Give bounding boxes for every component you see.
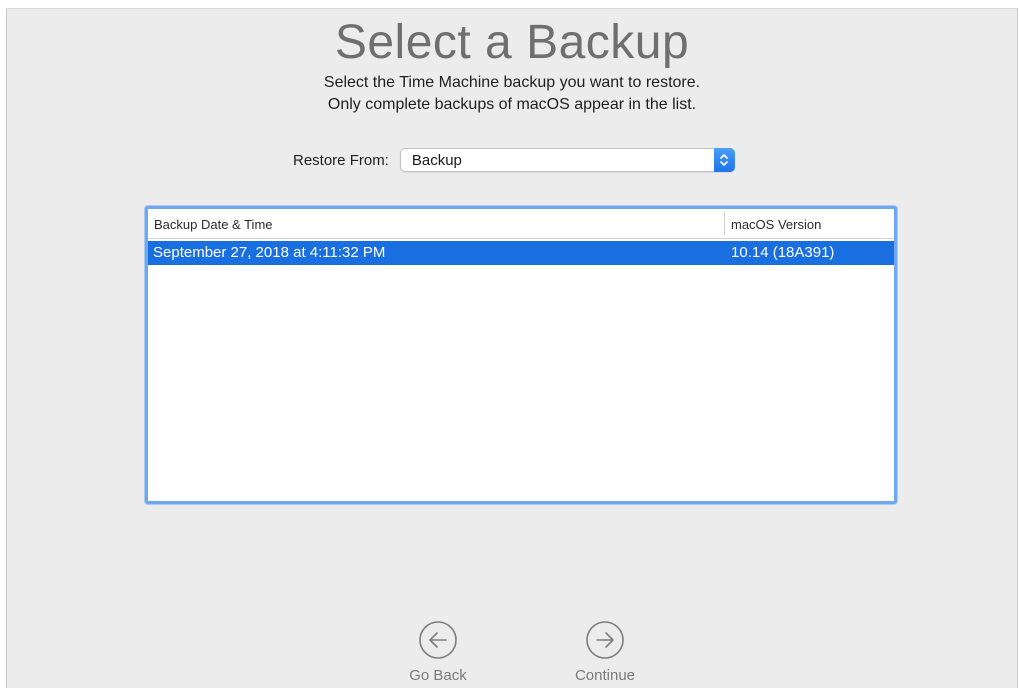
restore-from-popup[interactable]: Backup [399, 148, 735, 172]
subtitle-line-2: Only complete backups of macOS appear in… [327, 96, 697, 113]
restore-from-row: Restore From: Backup [293, 147, 735, 173]
go-back-label[interactable]: Go Back [388, 667, 488, 684]
backup-table[interactable]: Backup Date & Time macOS Version Septemb… [145, 206, 897, 504]
subtitle-line-1: Select the Time Machine backup you want … [323, 74, 701, 91]
continue-label[interactable]: Continue [555, 667, 655, 684]
page-title: Select a Backup [334, 16, 690, 69]
backup-date-cell: September 27, 2018 at 4:11:32 PM [153, 244, 386, 261]
restore-from-label: Restore From: [293, 151, 389, 169]
column-divider[interactable] [724, 212, 725, 235]
up-down-chevrons-icon[interactable] [713, 148, 735, 172]
continue-button[interactable]: Continue [555, 620, 655, 684]
right-arrow-circle-icon[interactable] [585, 620, 625, 660]
recovery-window: Select a Backup Select the Time Machine … [6, 8, 1018, 688]
column-header-date[interactable]: Backup Date & Time [154, 217, 273, 232]
column-header-version[interactable]: macOS Version [731, 217, 821, 232]
table-row[interactable]: September 27, 2018 at 4:11:32 PM 10.14 (… [148, 241, 894, 265]
left-arrow-circle-icon[interactable] [418, 620, 458, 660]
table-header: Backup Date & Time macOS Version [148, 209, 894, 239]
restore-from-value: Backup [411, 152, 462, 169]
macos-version-cell: 10.14 (18A391) [731, 244, 835, 261]
go-back-button[interactable]: Go Back [388, 620, 488, 684]
